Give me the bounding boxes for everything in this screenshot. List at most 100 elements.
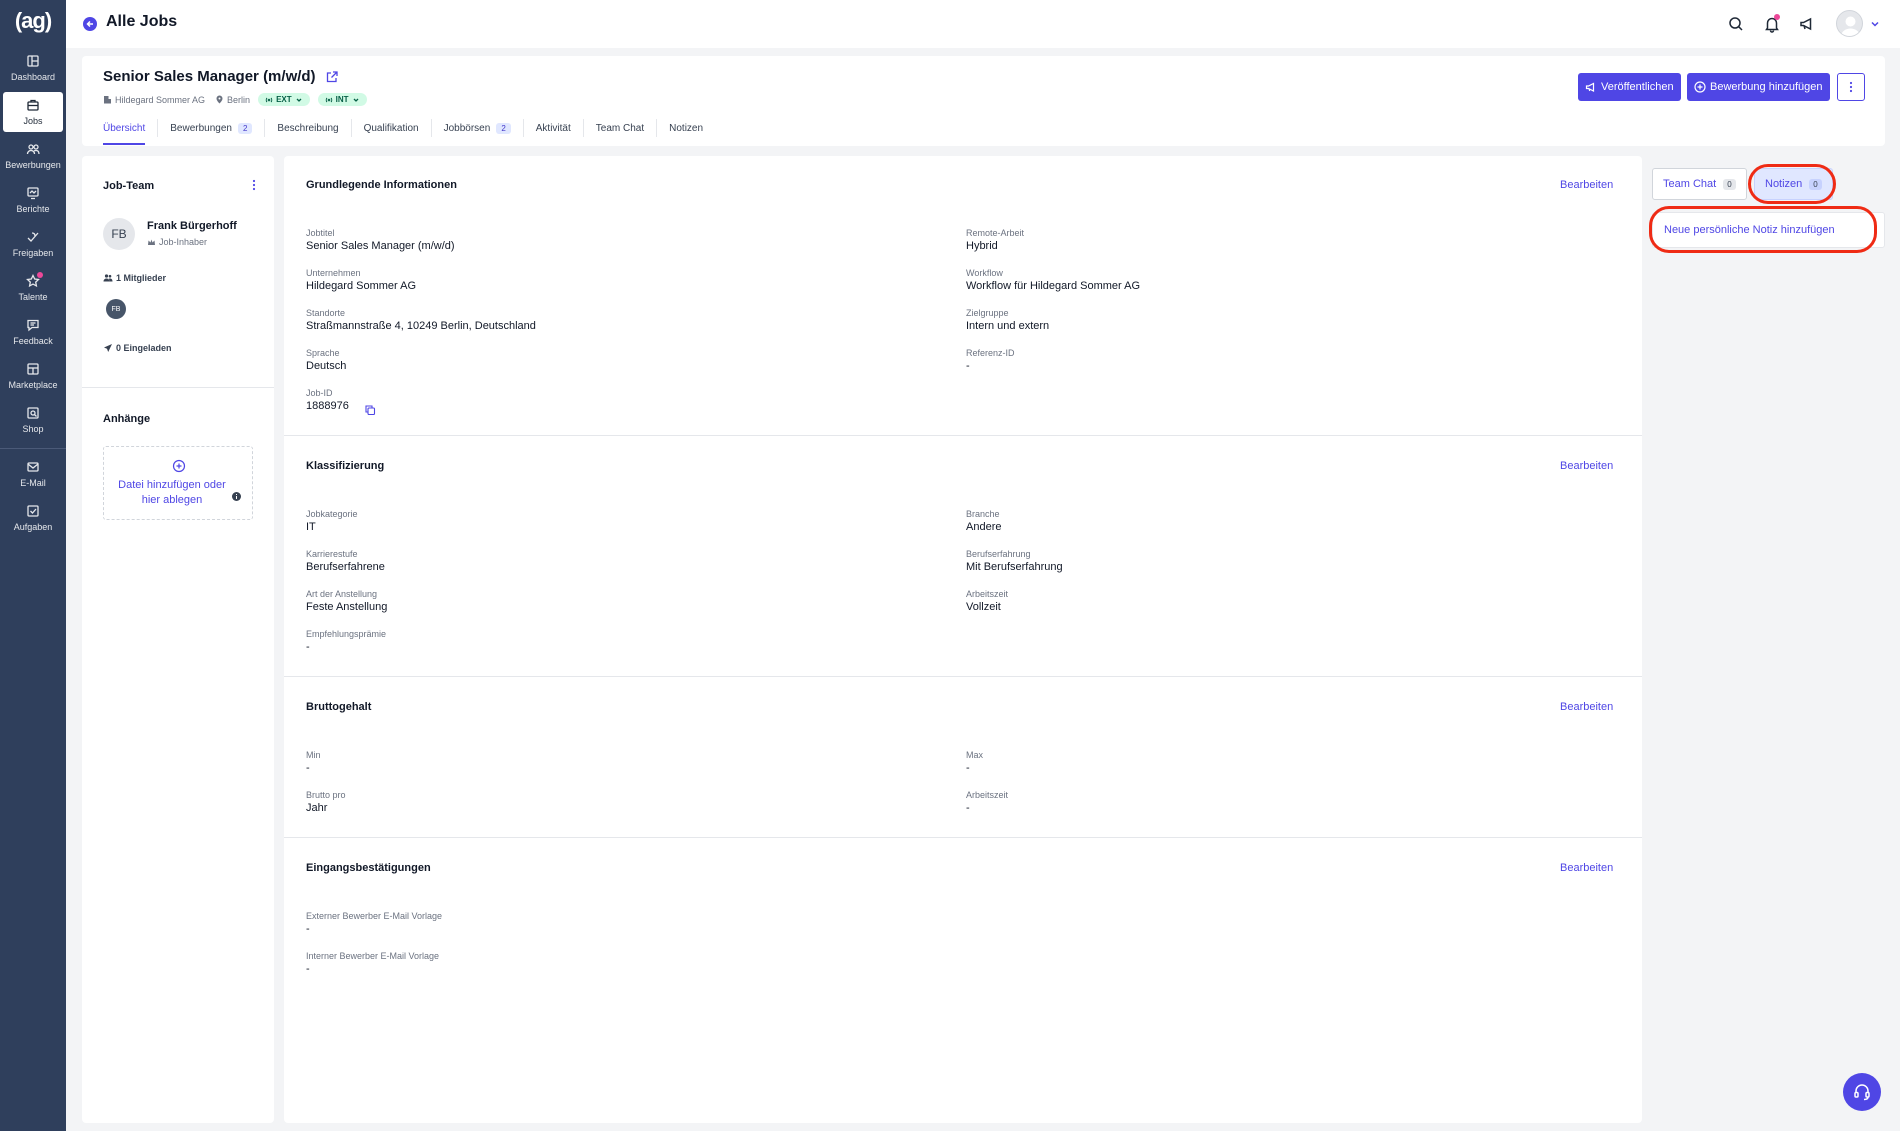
announcements-button[interactable] xyxy=(1798,15,1816,33)
field-value: Straßmannstraße 4, 10249 Berlin, Deutsch… xyxy=(306,320,536,332)
chevron-down-icon xyxy=(1870,19,1880,29)
sidebar-item-dashboard[interactable]: Dashboard xyxy=(3,48,63,88)
add-personal-note-link[interactable]: Neue persönliche Notiz hinzufügen xyxy=(1664,224,1835,236)
broadcast-icon xyxy=(265,96,273,104)
member-name: Frank Bürgerhoff xyxy=(147,220,237,232)
add-application-button[interactable]: Bewerbung hinzufügen xyxy=(1687,73,1830,101)
right-panel: Team Chat 0 Notizen 0 Neue persönliche N… xyxy=(1649,156,1885,1123)
edit-confirmations-button[interactable]: Bearbeiten xyxy=(1560,862,1613,874)
notification-dot xyxy=(37,272,43,278)
sidebar-item-bewerbungen[interactable]: Bewerbungen xyxy=(3,136,63,176)
page-title: Alle Jobs xyxy=(106,13,178,30)
tab-bewerbungen[interactable]: Bewerbungen 2 xyxy=(158,119,266,137)
tab-uebersicht[interactable]: Übersicht xyxy=(103,119,159,137)
user-menu-toggle[interactable] xyxy=(1870,19,1880,29)
field-label: Standorte xyxy=(306,308,346,318)
job-team-menu-button[interactable] xyxy=(248,178,260,192)
tab-notes-panel[interactable]: Notizen 0 xyxy=(1754,168,1833,200)
field-label: Sprache xyxy=(306,348,340,358)
sidebar-item-talente[interactable]: Talente xyxy=(3,268,63,308)
section-classification-title: Klassifizierung xyxy=(306,460,385,472)
dropzone-text: Datei hinzufügen oder hier ablegen xyxy=(104,478,240,508)
field-value: Andere xyxy=(966,521,1002,533)
field-label: Berufserfahrung xyxy=(966,549,1031,559)
sidebar-item-label: Jobs xyxy=(23,116,43,126)
search-button[interactable] xyxy=(1727,15,1745,33)
sidebar-item-freigaben[interactable]: Freigaben xyxy=(3,224,63,264)
pill-int[interactable]: INT xyxy=(317,93,367,106)
tab-count-badge: 2 xyxy=(237,122,253,134)
plus-circle-icon xyxy=(1694,81,1706,93)
edit-classification-button[interactable]: Bearbeiten xyxy=(1560,460,1613,472)
sidebar-item-berichte[interactable]: Berichte xyxy=(3,180,63,220)
sidebar-item-email[interactable]: E-Mail xyxy=(3,454,63,494)
edit-salary-button[interactable]: Bearbeiten xyxy=(1560,701,1613,713)
field-label: Remote-Arbeit xyxy=(966,228,1025,238)
copy-icon[interactable] xyxy=(364,403,376,416)
support-chat-button[interactable] xyxy=(1843,1073,1881,1111)
sidebar-item-marketplace[interactable]: Marketplace xyxy=(3,356,63,396)
sidebar-item-aufgaben[interactable]: Aufgaben xyxy=(3,498,63,538)
field-value: Deutsch xyxy=(306,360,347,372)
field-value: Mit Berufserfahrung xyxy=(966,561,1063,573)
tab-label: Qualifikation xyxy=(363,122,419,134)
sidebar-item-label: Feedback xyxy=(13,336,53,346)
more-options-button[interactable] xyxy=(1837,73,1865,101)
sidebar-item-label: Berichte xyxy=(16,204,50,214)
section-confirmations-title: Eingangsbestätigungen xyxy=(306,862,431,874)
notes-label: Notizen xyxy=(1765,178,1803,190)
invited-count: 0 Eingeladen xyxy=(103,343,172,353)
search-icon xyxy=(1727,15,1745,33)
grid-icon xyxy=(26,362,40,376)
tab-team-chat-panel[interactable]: Team Chat 0 xyxy=(1652,168,1747,200)
sidebar: (ag) Dashboard Jobs Bewerbungen Berichte… xyxy=(0,0,66,1131)
kebab-icon xyxy=(1849,81,1853,93)
tab-label: Team Chat xyxy=(595,122,645,134)
field-value: - xyxy=(306,641,310,653)
member-avatar-small: FB xyxy=(106,299,126,319)
tab-label: Aktivität xyxy=(535,122,571,134)
info-icon[interactable] xyxy=(232,488,241,501)
publish-label: Veröffentlichen xyxy=(1601,81,1674,93)
field-label: Jobtitel xyxy=(306,228,335,238)
tab-notizen[interactable]: Notizen xyxy=(657,119,715,137)
field-value: - xyxy=(966,802,970,814)
notification-dot xyxy=(1774,14,1780,20)
publish-button[interactable]: Veröffentlichen xyxy=(1578,73,1681,101)
tab-beschreibung[interactable]: Beschreibung xyxy=(265,119,352,137)
back-button[interactable] xyxy=(83,17,97,31)
tab-aktivitaet[interactable]: Aktivität xyxy=(524,119,584,137)
kebab-icon xyxy=(248,178,260,192)
tab-qualifikation[interactable]: Qualifikation xyxy=(352,119,432,137)
user-icon xyxy=(1837,11,1862,36)
dropzone-line-1: Datei hinzufügen oder xyxy=(118,479,226,491)
pill-ext[interactable]: EXT xyxy=(258,93,310,106)
file-dropzone[interactable]: Datei hinzufügen oder hier ablegen xyxy=(103,446,253,520)
user-avatar[interactable] xyxy=(1836,10,1863,37)
field-label: Externer Bewerber E-Mail Vorlage xyxy=(306,911,443,921)
field-label: Empfehlungsprämie xyxy=(306,629,387,639)
field-label: Brutto pro xyxy=(306,790,346,800)
notifications-button[interactable] xyxy=(1763,14,1781,33)
left-panel: Job-Team FB Frank Bürgerhoff Job-Inhaber… xyxy=(82,156,274,1123)
field-value: Feste Anstellung xyxy=(306,601,388,613)
headset-icon xyxy=(1852,1082,1872,1102)
star-icon xyxy=(26,272,43,288)
field-label: Referenz-ID xyxy=(966,348,1015,358)
tab-team-chat[interactable]: Team Chat xyxy=(584,119,658,137)
invited-count-label: 0 Eingeladen xyxy=(116,343,172,353)
tab-label: Beschreibung xyxy=(277,122,339,134)
field-value: - xyxy=(306,963,310,975)
sidebar-item-feedback[interactable]: Feedback xyxy=(3,312,63,352)
field-label: Workflow xyxy=(966,268,1003,278)
field-label: Arbeitszeit xyxy=(966,790,1009,800)
tab-jobboersen[interactable]: Jobbörsen 2 xyxy=(432,119,524,137)
chevron-down-icon xyxy=(295,96,303,104)
job-tabs: Übersicht Bewerbungen 2 Beschreibung Qual… xyxy=(103,119,715,137)
sidebar-item-shop[interactable]: Shop xyxy=(3,400,63,440)
open-job-link[interactable] xyxy=(325,70,339,84)
edit-basic-button[interactable]: Bearbeiten xyxy=(1560,179,1613,191)
sidebar-item-jobs[interactable]: Jobs xyxy=(3,92,63,132)
job-city: Berlin xyxy=(227,94,251,105)
approval-icon xyxy=(26,230,40,244)
